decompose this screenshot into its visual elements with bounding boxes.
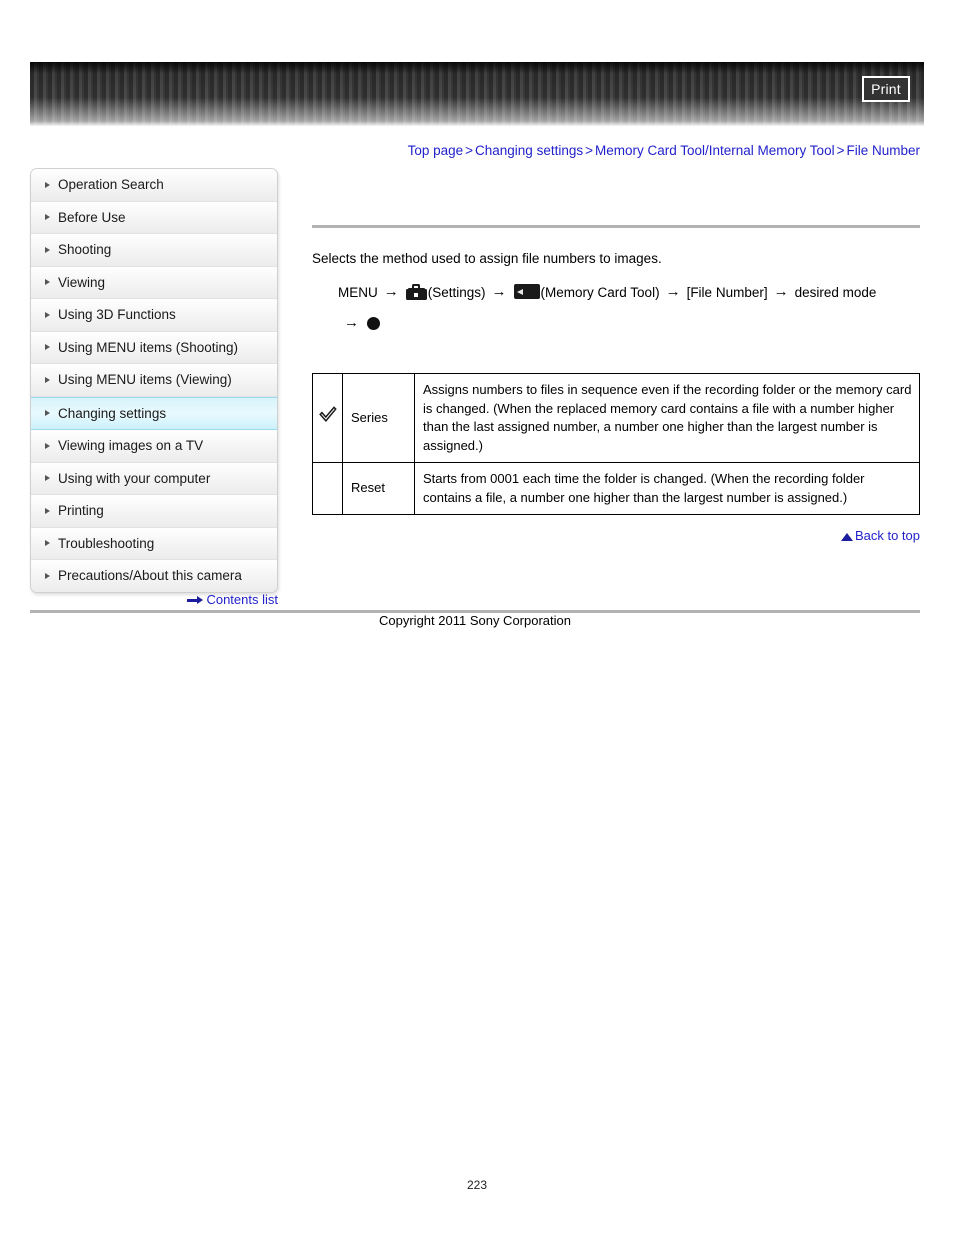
sidebar-item-label: Using MENU items (Viewing)	[58, 372, 232, 387]
sidebar-item-operation-search[interactable]: Operation Search	[31, 169, 277, 202]
settings-toolbox-icon	[405, 284, 427, 300]
breadcrumb-item-top-page[interactable]: Top page	[408, 143, 464, 158]
breadcrumb-separator: >	[585, 143, 593, 158]
breadcrumb-item-file-number[interactable]: File Number	[846, 143, 920, 158]
back-to-top-link[interactable]: Back to top	[855, 528, 920, 543]
sidebar-item-label: Using 3D Functions	[58, 307, 176, 322]
sidebar-item-viewing-images-on-a-tv[interactable]: Viewing images on a TV	[31, 430, 277, 463]
table-row: Series Assigns numbers to files in seque…	[312, 373, 920, 463]
triangle-right-icon	[45, 311, 50, 318]
copyright-text: Copyright 2011 Sony Corporation	[379, 613, 571, 628]
triangle-right-icon	[45, 507, 50, 514]
breadcrumb-item-memory-card-tool[interactable]: Memory Card Tool/Internal Memory Tool	[595, 143, 835, 158]
sidebar-item-label: Changing settings	[58, 405, 167, 421]
triangle-up-icon	[840, 533, 853, 541]
memory-card-tool-label: (Memory Card Tool)	[540, 285, 660, 300]
desired-mode-label: desired mode	[794, 285, 877, 300]
intro-text: Selects the method used to assign file n…	[312, 251, 662, 266]
sidebar-item-precautions-about-this-camera[interactable]: Precautions/About this camera	[31, 560, 277, 592]
option-description: Starts from 0001 each time the folder is…	[414, 462, 920, 515]
triangle-right-icon	[45, 214, 50, 221]
menu-path: MENU → (Settings) → (Memory Card Tool) → [File…	[338, 277, 920, 339]
arrow-right-glyph: →	[383, 283, 399, 300]
arrow-right-glyph: →	[665, 283, 681, 300]
contents-list-link[interactable]: Contents list	[206, 592, 278, 607]
page-number: 223	[466, 1178, 488, 1192]
sidebar-item-label: Viewing images on a TV	[58, 438, 204, 453]
triangle-right-icon	[45, 540, 50, 547]
option-name: Series	[342, 373, 415, 463]
option-name: Reset	[342, 462, 415, 515]
triangle-right-icon	[45, 344, 50, 351]
triangle-right-icon	[45, 572, 50, 579]
sidebar-item-using-menu-items-viewing[interactable]: Using MENU items (Viewing)	[31, 364, 277, 397]
arrow-right-glyph: →	[491, 283, 507, 300]
option-description: Assigns numbers to files in sequence eve…	[414, 373, 920, 463]
sidebar: Operation Search Before Use Shooting Vie…	[30, 168, 278, 593]
menu-path-start: MENU	[338, 285, 378, 300]
selected-indicator-cell	[312, 462, 343, 515]
print-button[interactable]: Print	[862, 76, 910, 102]
header-banner: Print	[30, 62, 924, 126]
back-to-top[interactable]: Back to top	[312, 528, 920, 543]
content-divider	[312, 225, 920, 228]
sidebar-item-label: Shooting	[58, 242, 112, 257]
triangle-right-icon	[45, 246, 50, 253]
sidebar-item-using-menu-items-shooting[interactable]: Using MENU items (Shooting)	[31, 331, 277, 364]
sidebar-item-viewing[interactable]: Viewing	[31, 266, 277, 299]
sidebar-item-using-3d-functions[interactable]: Using 3D Functions	[31, 299, 277, 332]
selected-indicator-cell	[312, 373, 343, 463]
breadcrumb-separator: >	[836, 143, 845, 158]
sidebar-item-label: Printing	[58, 503, 104, 518]
menu-item-label: [File Number]	[686, 285, 768, 300]
breadcrumb-separator: >	[465, 143, 474, 158]
triangle-right-icon	[45, 475, 50, 482]
sidebar-item-label: Viewing	[58, 274, 106, 290]
sidebar-item-label: Using with your computer	[58, 470, 211, 486]
triangle-right-icon	[45, 376, 50, 383]
sidebar-item-label: Precautions/About this camera	[58, 568, 242, 583]
sidebar-item-printing[interactable]: Printing	[31, 495, 277, 528]
breadcrumb-item-changing-settings[interactable]: Changing settings	[475, 143, 583, 158]
options-table: Series Assigns numbers to files in seque…	[312, 373, 920, 515]
arrow-right-icon	[187, 596, 204, 604]
main-content: Selects the method used to assign file n…	[312, 168, 920, 515]
sidebar-item-changing-settings[interactable]: Changing settings	[31, 396, 277, 430]
arrow-right-glyph: →	[344, 314, 359, 331]
sidebar-item-label: Before Use	[58, 209, 126, 225]
sidebar-item-label: Operation Search	[58, 177, 164, 192]
table-row: Reset Starts from 0001 each time the fol…	[312, 462, 920, 515]
contents-list[interactable]: Contents list	[30, 592, 278, 607]
triangle-right-icon	[45, 410, 50, 417]
memory-card-tool-icon	[513, 284, 540, 299]
checkmark-icon	[318, 406, 338, 424]
sidebar-item-shooting[interactable]: Shooting	[31, 234, 277, 267]
sidebar-item-before-use[interactable]: Before Use	[31, 201, 277, 234]
arrow-right-glyph: →	[773, 283, 789, 300]
breadcrumb: Top page > Changing settings > Memory Card T…	[30, 143, 920, 158]
confirm-dot-icon	[367, 317, 380, 330]
sidebar-item-label: Using MENU items (Shooting)	[58, 339, 239, 355]
settings-label: (Settings)	[427, 285, 486, 300]
triangle-right-icon	[45, 181, 50, 188]
sidebar-item-label: Troubleshooting	[58, 535, 155, 551]
triangle-right-icon	[45, 279, 50, 286]
sidebar-item-using-with-your-computer[interactable]: Using with your computer	[31, 462, 277, 495]
triangle-right-icon	[45, 442, 50, 449]
sidebar-item-troubleshooting[interactable]: Troubleshooting	[31, 527, 277, 560]
